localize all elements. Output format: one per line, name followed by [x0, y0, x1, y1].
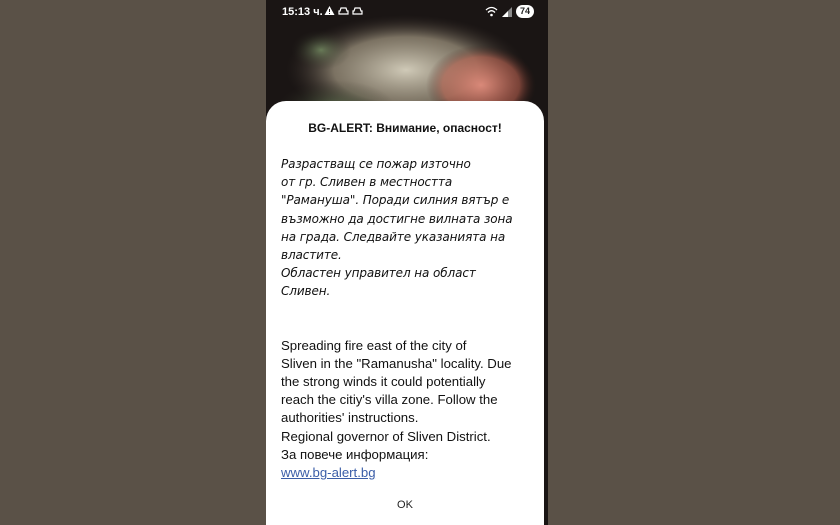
car-icon	[352, 7, 363, 15]
warning-icon	[324, 6, 335, 15]
alert-text-line: на града. Следвайте указанията на	[281, 229, 506, 244]
ok-button[interactable]: OK	[375, 499, 435, 519]
battery-indicator: 74	[515, 5, 534, 18]
car-icon	[338, 7, 349, 15]
emergency-alert-dialog: BG-ALERT: Внимание, опасност! Разрастващ…	[266, 101, 544, 525]
alert-text-line: Regional governor of Sliven District.	[281, 428, 491, 444]
status-bar: 15:13 ч. 74	[266, 0, 548, 26]
alert-text-line: Областен управител на област	[281, 266, 476, 281]
alert-text-line: За повече информация:	[281, 446, 429, 462]
alert-text-line: властите.	[281, 248, 342, 263]
bg-alert-link[interactable]: www.bg-alert.bg	[281, 464, 533, 482]
alert-text-line: "Рамануша". Поради силния вятър е	[281, 193, 510, 208]
alert-text-line: възможно да достигне вилната зона	[281, 211, 513, 226]
alert-text-line: от гр. Сливен в местността	[281, 175, 453, 190]
alert-message: Разрастващ се пожар източно от гр. Сливе…	[281, 155, 533, 482]
phone-screen: 15:13 ч. 74 BG-ALERT: Внимание, опасност…	[266, 0, 548, 525]
system-icons: 74	[485, 5, 534, 18]
alert-text-line: the strong winds it could potentially	[281, 374, 486, 390]
screenshot-frame: 15:13 ч. 74 BG-ALERT: Внимание, опасност…	[0, 0, 840, 525]
alert-text-line: Сливен.	[281, 284, 331, 299]
alert-text-line: Sliven in the "Ramanusha" locality. Due	[281, 355, 512, 371]
alert-text-line: Разрастващ се пожар източно	[281, 157, 471, 171]
wifi-icon	[485, 6, 498, 17]
status-time: 15:13 ч.	[282, 6, 323, 18]
notification-icons	[324, 5, 363, 16]
signal-icon	[501, 6, 512, 17]
alert-text-line: Spreading fire east of the city of	[281, 337, 467, 353]
alert-text-line: authorities' instructions.	[281, 410, 419, 426]
alert-text-line: reach the citiy's villa zone. Follow the	[281, 392, 498, 408]
alert-title: BG-ALERT: Внимание, опасност!	[308, 121, 502, 135]
